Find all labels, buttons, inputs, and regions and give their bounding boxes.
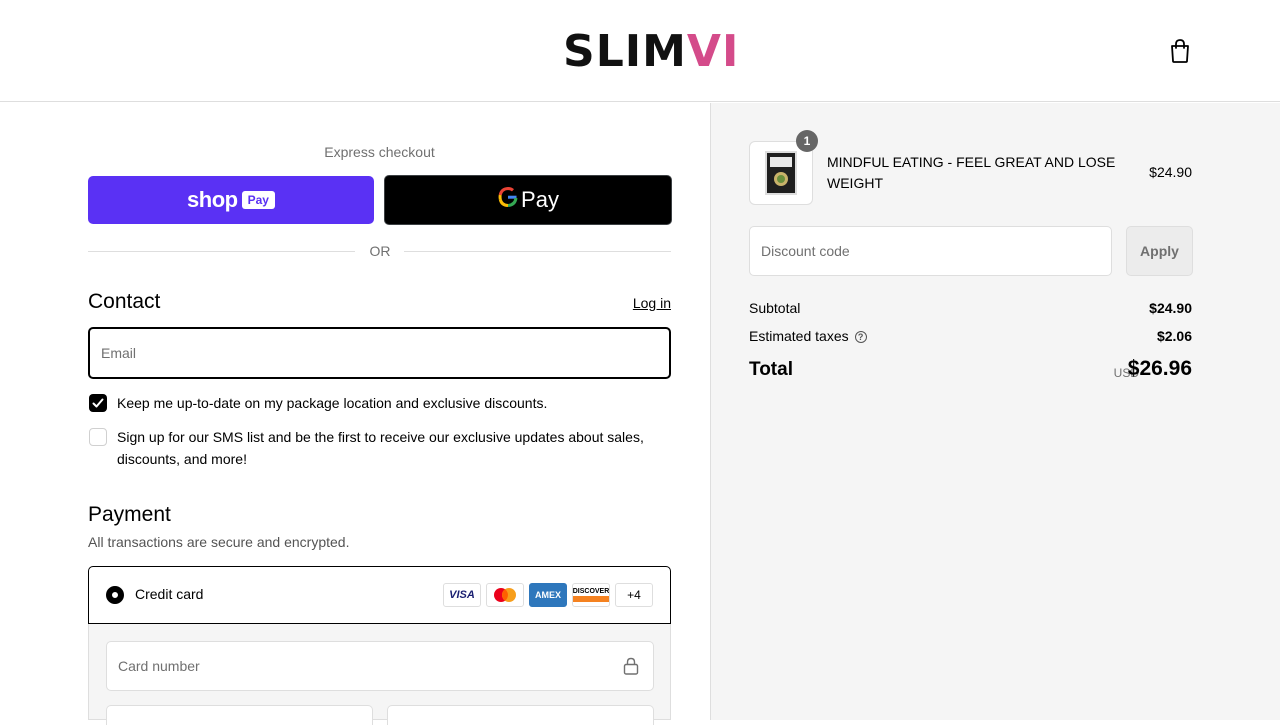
- credit-card-label: Credit card: [135, 586, 204, 602]
- shopping-bag-icon[interactable]: [1168, 38, 1192, 64]
- sms-label-line1: Sign up for our SMS list and be the firs…: [117, 429, 644, 445]
- order-summary-column: 1 MINDFUL EATING - FEEL GREAT AND LOSE W…: [710, 103, 1280, 720]
- subtotal-value: $24.90: [1149, 300, 1192, 316]
- total-value: $26.96: [1127, 357, 1192, 380]
- discount-code-field[interactable]: [749, 226, 1112, 276]
- google-pay-button[interactable]: Pay: [384, 175, 672, 225]
- contact-heading: Contact: [88, 290, 161, 313]
- login-link[interactable]: Log in: [600, 295, 671, 311]
- shop-pay-badge: Pay: [241, 191, 275, 209]
- logo-text-primary: SLIM: [563, 26, 687, 77]
- credit-card-radio[interactable]: [106, 586, 124, 604]
- product-price: $24.90: [1149, 164, 1192, 180]
- shop-pay-button[interactable]: shop Pay: [88, 176, 374, 224]
- security-code-field[interactable]: [387, 705, 654, 725]
- discover-icon: DISCOVER: [572, 583, 610, 607]
- help-circle-icon[interactable]: ?: [854, 331, 867, 344]
- express-checkout-label: Express checkout: [324, 144, 435, 160]
- card-details-panel: [88, 624, 671, 725]
- product-quantity-badge: 1: [796, 130, 818, 152]
- google-pay-text: Pay: [521, 187, 559, 212]
- product-image: [765, 151, 797, 195]
- newsletter-label: Keep me up-to-date on my package locatio…: [117, 395, 548, 411]
- store-logo[interactable]: SLIMVI: [563, 30, 738, 74]
- payment-heading: Payment: [88, 503, 171, 526]
- divider-left: [88, 251, 355, 252]
- amex-icon: AMEX: [529, 583, 567, 607]
- divider-right: [404, 251, 671, 252]
- email-input[interactable]: [90, 329, 669, 377]
- subtotal-label: Subtotal: [749, 300, 801, 316]
- estimated-taxes-label: Estimated taxes: [749, 328, 849, 344]
- or-divider-text: OR: [369, 243, 391, 259]
- site-header: SLIMVI: [0, 0, 1280, 102]
- shop-pay-text: shop: [187, 187, 238, 212]
- sms-checkbox[interactable]: [89, 428, 107, 446]
- email-field[interactable]: [88, 327, 671, 379]
- discount-code-input[interactable]: [750, 227, 1111, 275]
- visa-icon: VISA: [443, 583, 481, 607]
- google-g-icon: [497, 186, 519, 214]
- checkmark-icon: [92, 398, 104, 408]
- estimated-taxes-row: Estimated taxes?: [749, 328, 867, 344]
- expiration-date-field[interactable]: [106, 705, 373, 725]
- payment-subtitle: All transactions are secure and encrypte…: [88, 534, 350, 550]
- credit-card-option[interactable]: Credit card VISA AMEX DISCOVER +4: [88, 566, 671, 624]
- logo-text-accent: VI: [686, 26, 740, 77]
- product-name: MINDFUL EATING - FEEL GREAT AND LOSE WEI…: [827, 152, 1117, 194]
- lock-icon: [623, 657, 639, 675]
- more-cards-badge: +4: [615, 583, 653, 607]
- mastercard-icon: [486, 583, 524, 607]
- apply-discount-button[interactable]: Apply: [1126, 226, 1193, 276]
- product-name-line2: WEIGHT: [827, 175, 883, 191]
- estimated-taxes-value: $2.06: [1156, 328, 1192, 344]
- newsletter-checkbox[interactable]: [89, 394, 107, 412]
- total-label: Total: [749, 359, 793, 380]
- product-name-line1: MINDFUL EATING - FEEL GREAT AND LOSE: [827, 154, 1116, 170]
- card-number-field[interactable]: [106, 641, 654, 691]
- sms-label-line2: discounts, and more!: [117, 451, 247, 467]
- card-number-input[interactable]: [107, 642, 653, 690]
- checkout-form-column: Express checkout shop Pay Pay OR Contact…: [0, 103, 710, 725]
